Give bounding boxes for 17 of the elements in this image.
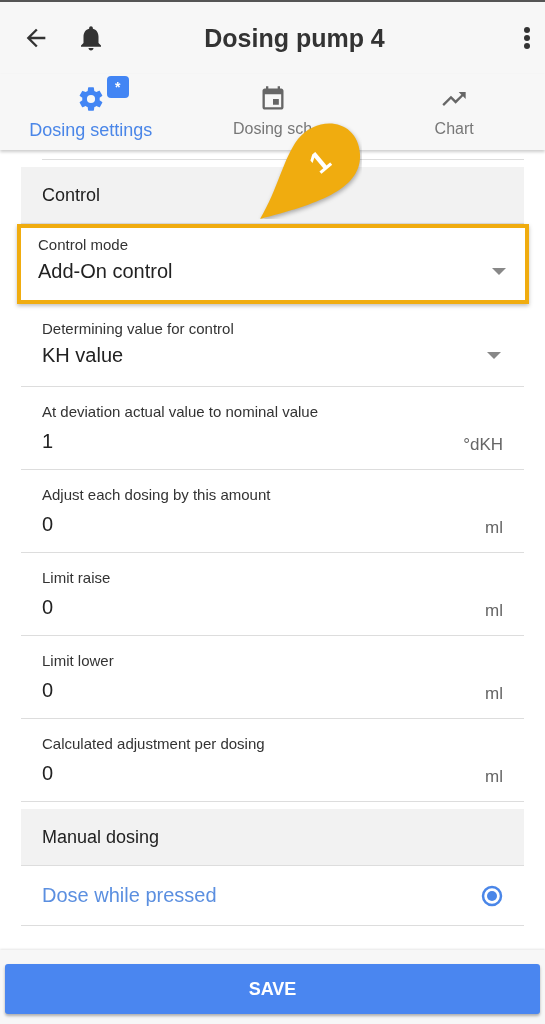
section-header: Manual dosing	[21, 809, 524, 866]
radio-icon[interactable]	[481, 884, 503, 907]
more-menu-icon[interactable]	[523, 26, 531, 50]
badge: *	[106, 76, 129, 98]
tab[interactable]: Chart	[363, 74, 545, 150]
screen-title: Dosing pump 4	[203, 23, 386, 53]
dropdown-caret-icon	[487, 352, 501, 359]
dropdown-field[interactable]: Control mode Add-On control	[17, 224, 529, 304]
input-field[interactable]: Calculated adjustment per dosing 0 ml	[21, 725, 524, 802]
input-field[interactable]: Adjust each dosing by this amount 0 ml	[21, 476, 524, 553]
save-button[interactable]: SAVE	[5, 964, 540, 1014]
input-field[interactable]: Limit raise 0 ml	[21, 559, 524, 636]
dropdown-field[interactable]: Determining value for control KH value	[21, 310, 524, 387]
input-field[interactable]: Limit lower 0 ml	[21, 642, 524, 719]
dropdown-caret-icon	[492, 268, 506, 275]
input-field[interactable]: At deviation actual value to nominal value 1 °dKH	[21, 393, 524, 470]
tab[interactable]: * Dosing settings	[0, 74, 182, 150]
